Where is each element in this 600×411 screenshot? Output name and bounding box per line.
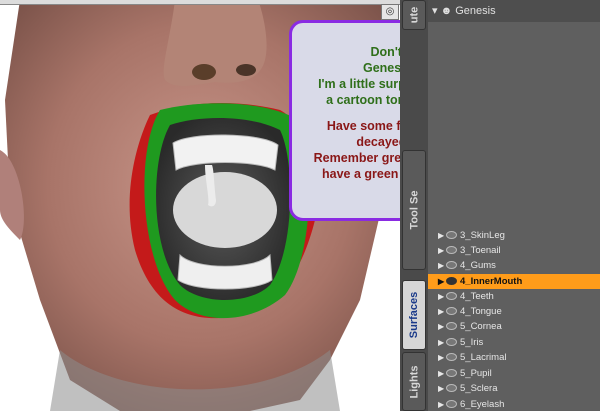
callout-line: have a green mouth, not bright pink. [322, 167, 400, 181]
3d-viewport[interactable]: ◎ Don't forget in here! Genesis has tons… [0, 0, 400, 411]
camera-icon[interactable]: ◎ [381, 4, 399, 20]
expand-arrow-icon[interactable]: ▶ [438, 335, 446, 350]
surface-item[interactable]: ▶ 3_Toenail [428, 243, 600, 258]
expand-arrow-icon[interactable]: ▶ [438, 397, 446, 411]
expand-arrow-icon[interactable]: ▶ [438, 289, 446, 304]
eye-icon[interactable] [446, 261, 457, 270]
tab-label: Lights [408, 365, 420, 398]
eye-icon[interactable] [446, 277, 457, 286]
eye-icon[interactable] [446, 246, 457, 255]
viewport-top-border [0, 0, 400, 5]
eye-icon[interactable] [446, 231, 457, 240]
surface-item-label: 4_Teeth [460, 291, 494, 302]
surface-item[interactable]: ▶ 3_SkinLeg [428, 228, 600, 243]
surface-item[interactable]: ▶ 4_Teeth [428, 289, 600, 304]
expand-arrow-icon[interactable]: ▶ [438, 381, 446, 396]
tab-surfaces[interactable]: Surfaces [402, 280, 426, 350]
surface-item-label: 5_Iris [460, 337, 484, 348]
eye-icon[interactable] [446, 369, 457, 378]
surface-item-label: 5_Cornea [460, 321, 502, 332]
figure-icon: ☻ [440, 5, 456, 17]
surface-item[interactable]: ▶ 5_Pupil [428, 366, 600, 381]
surface-item[interactable]: ▶ 5_Sclera [428, 381, 600, 396]
callout-line: Have some fun, make a gold tooth, [326, 119, 400, 133]
surface-item-label: 4_InnerMouth [460, 276, 523, 287]
chevron-down-icon[interactable]: ▾ [432, 5, 441, 17]
surface-item-label: 6_Eyelash [460, 399, 505, 410]
surface-item[interactable]: ▶ 4_InnerMouth [428, 274, 600, 289]
figure-name: Genesis [455, 5, 496, 17]
expand-arrow-icon[interactable]: ▶ [438, 274, 446, 289]
surface-item-label: 3_Toenail [460, 245, 501, 256]
eye-icon[interactable] [446, 384, 457, 393]
tab-parameters[interactable]: ute [402, 0, 426, 30]
eye-icon[interactable] [446, 292, 457, 301]
callout-gap [292, 108, 400, 118]
expand-arrow-icon[interactable]: ▶ [438, 304, 446, 319]
surface-item-label: 4_Tongue [460, 306, 502, 317]
surface-item[interactable]: ▶ 5_Lacrimal [428, 350, 600, 365]
eye-icon[interactable] [446, 307, 457, 316]
surface-item-label: 5_Lacrimal [460, 352, 507, 363]
eye-icon[interactable] [446, 338, 457, 347]
expand-arrow-icon[interactable]: ▶ [438, 366, 446, 381]
surfaces-panel: ▾ ☻ Genesis ▶ 3_SkinLeg ▶ 3_Toenail ▶ 4_Gums ▶… [428, 0, 600, 411]
callout-line: I'm a little surprized nobody has done [318, 77, 400, 91]
tab-label: ute [408, 6, 420, 24]
tab-tool-settings[interactable]: Tool Se [402, 150, 426, 270]
surface-item-label: 5_Sclera [460, 383, 498, 394]
surface-item[interactable]: ▶ 6_Eyelash [428, 397, 600, 411]
expand-arrow-icon[interactable]: ▶ [438, 319, 446, 334]
surface-item-label: 5_Pupil [460, 368, 492, 379]
tab-label: Tool Se [408, 190, 421, 230]
eye-icon[interactable] [446, 322, 457, 331]
expand-arrow-icon[interactable]: ▶ [438, 228, 446, 243]
expand-arrow-icon[interactable]: ▶ [438, 258, 446, 273]
figure-header[interactable]: ▾ ☻ Genesis [428, 0, 600, 22]
tab-label: Surfaces [408, 291, 421, 339]
surface-item[interactable]: ▶ 4_Tongue [428, 304, 600, 319]
surface-item-label: 4_Gums [460, 260, 496, 271]
annotation-callout: Don't forget in here! Genesis has tonsil… [289, 20, 400, 221]
expand-arrow-icon[interactable]: ▶ [438, 243, 446, 258]
tab-lights[interactable]: Lights [402, 352, 426, 411]
callout-line: a cartoon tonsil scream morph yet. [326, 93, 400, 107]
surface-item[interactable]: ▶ 5_Cornea [428, 319, 600, 334]
callout-line: decayed teeth, whatever. [356, 135, 400, 149]
callout-line: Don't forget in here! [370, 45, 400, 59]
surface-item-label: 3_SkinLeg [460, 230, 505, 241]
surface-item[interactable]: ▶ 5_Iris [428, 335, 600, 350]
eye-icon[interactable] [446, 353, 457, 362]
eye-icon[interactable] [446, 400, 457, 409]
surface-item[interactable]: ▶ 4_Gums [428, 258, 600, 273]
vertical-tab-strip: ute Tool Se Surfaces Lights [400, 0, 428, 411]
expand-arrow-icon[interactable]: ▶ [438, 350, 446, 365]
callout-line: Genesis has tonsils!!!! [362, 61, 400, 75]
callout-line: Remember green blooded aliens would [313, 151, 400, 165]
